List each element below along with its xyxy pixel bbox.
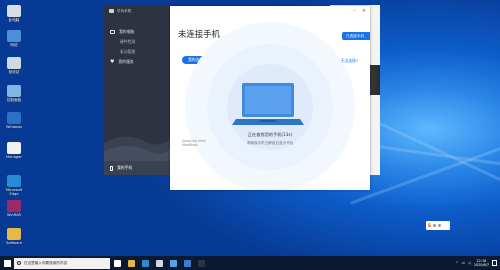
sidebar-item-my-pc[interactable]: 我的电脑: [104, 27, 170, 37]
desktop-icon[interactable]: 此电脑: [2, 5, 26, 22]
volume-icon[interactable]: ◁: [468, 261, 471, 265]
mail-icon: [169, 259, 177, 267]
app-logo-icon: [109, 9, 114, 13]
desktop-icon-label: 控制面板: [6, 98, 22, 102]
taskbar-app[interactable]: [166, 256, 180, 270]
sidebar: 华为手机 我的电脑 硬件检测 驱动管理 ♥ 我的服务 我的手机: [104, 5, 170, 175]
search-placeholder: 在这里输入你要搜索的内容: [24, 260, 68, 265]
sidebar-titlebar: 华为手机: [104, 5, 170, 17]
sidebar-item-my-service[interactable]: ♥ 我的服务: [104, 57, 170, 67]
windows-logo-icon: [3, 259, 11, 267]
explorer-icon: [127, 259, 135, 267]
dot-icon: [437, 224, 441, 227]
start-button[interactable]: [0, 256, 14, 270]
desktop: 此电脑网络回收站控制面板 Windows Manager Microsoft Edge…: [0, 0, 500, 270]
photos-icon: [183, 259, 191, 267]
desktop-icon-label: 回收站: [8, 70, 20, 74]
window-controls: – ×: [353, 8, 366, 14]
edge-icon: [7, 175, 21, 187]
desktop-icon[interactable]: WinRAR: [2, 200, 26, 217]
desktop-icon-label: 此电脑: [8, 18, 20, 22]
device-info: Jiangning Vhen MateBook: [182, 139, 206, 147]
desktop-icon[interactable]: Microsoft Edge: [2, 175, 26, 196]
device-model: MateBook: [182, 143, 198, 147]
sidebar-item-driver-management[interactable]: 驱动管理: [104, 47, 170, 57]
software-folder-icon: [7, 228, 21, 240]
sidebar-item-hardware-check[interactable]: 硬件检测: [104, 37, 170, 47]
desktop-icon[interactable]: 回收站: [2, 57, 26, 74]
network-tray-icon[interactable]: ▭: [462, 261, 465, 265]
system-tray: ^ ▭ ◁ 22:16 2020/6/7: [456, 259, 500, 267]
desktop-icon-label: 网络: [10, 43, 18, 47]
search-icon: [17, 261, 21, 265]
dot-icon: [432, 224, 436, 227]
sidebar-decoration: [104, 121, 170, 161]
clock[interactable]: 22:16 2020/6/7: [474, 259, 489, 267]
network-icon: [7, 30, 21, 42]
sidebar-item-label: 我的手机: [117, 165, 133, 170]
manager-app-icon: [7, 142, 21, 154]
this-pc-icon: [7, 5, 21, 17]
desktop-icon-label: Manager: [6, 155, 22, 159]
desktop-icon-label: Software: [6, 241, 22, 245]
search-status: 正在查找您的手机(13s): [247, 132, 293, 137]
sidebar-item-my-phone[interactable]: 我的手机: [104, 161, 170, 175]
edge-taskbar-icon: [141, 259, 149, 267]
store-icon: [155, 259, 163, 267]
close-icon[interactable]: ×: [362, 8, 366, 14]
taskbar-search[interactable]: 在这里输入你要搜索的内容: [14, 257, 110, 269]
minimize-icon[interactable]: –: [353, 8, 356, 14]
desktop-icon[interactable]: Software: [2, 228, 26, 245]
taskbar-app[interactable]: [124, 256, 138, 270]
desktop-icon-label: WinRAR: [6, 213, 22, 217]
task-view-icon: [113, 259, 121, 267]
desktop-icon[interactable]: Windows: [2, 112, 26, 129]
recycle-bin-icon: [7, 57, 21, 69]
sidebar-item-label: 驱动管理: [120, 49, 136, 54]
laptop-icon: [232, 83, 304, 125]
desktop-icon[interactable]: 网络: [2, 30, 26, 47]
sidebar-item-label: 我的服务: [118, 59, 134, 64]
taskbar-app[interactable]: [194, 256, 208, 270]
windows-app-icon: [7, 112, 21, 124]
desktop-icon-label: Windows: [5, 125, 23, 129]
huawei-app-icon: [197, 259, 205, 267]
connected-phone-button[interactable]: 已连接手机: [342, 32, 370, 40]
winrar-icon: [7, 200, 21, 212]
computer-icon: [110, 30, 115, 34]
desktop-icon-label: Microsoft Edge: [5, 188, 23, 196]
input-method-indicator[interactable]: S: [426, 221, 450, 230]
phone-icon: [110, 165, 113, 171]
clock-date: 2020/6/7: [473, 263, 489, 267]
app-title: 华为手机: [117, 8, 132, 13]
taskbar-app[interactable]: [110, 256, 124, 270]
control-panel-icon: [7, 85, 21, 97]
sidebar-item-label: 我的电脑: [119, 29, 135, 34]
sogou-icon: S: [428, 223, 431, 228]
connect-phone-dialog: – × 未连接手机 已连接手机 我的连接 扫码连接 无法连接? 正在查找您的手机…: [170, 6, 370, 190]
chevron-up-icon[interactable]: ^: [456, 261, 459, 265]
sidebar-item-label: 硬件检测: [120, 39, 136, 44]
desktop-icon[interactable]: 控制面板: [2, 85, 26, 102]
taskbar-app[interactable]: [180, 256, 194, 270]
desktop-icon[interactable]: Manager: [2, 142, 26, 159]
notification-icon[interactable]: [492, 260, 497, 266]
heart-icon: ♥: [110, 59, 115, 65]
taskbar-app[interactable]: [138, 256, 152, 270]
dialog-title: 未连接手机: [178, 29, 220, 39]
taskbar: 在这里输入你要搜索的内容 ^ ▭ ◁ 22:16 2020/6/7: [0, 256, 500, 270]
taskbar-app[interactable]: [152, 256, 166, 270]
